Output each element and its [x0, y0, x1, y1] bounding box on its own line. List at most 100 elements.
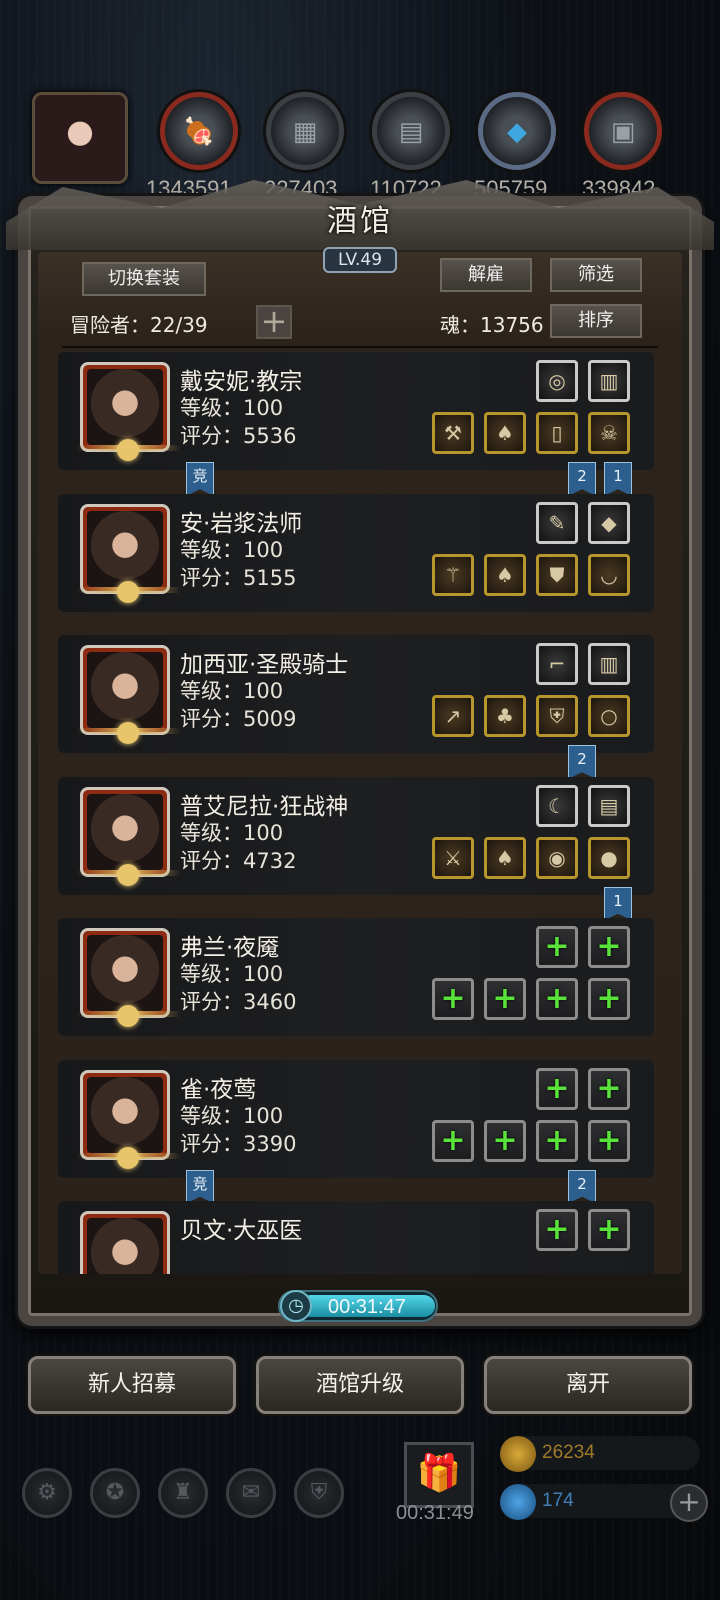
shield-icon[interactable]: ⛨	[536, 695, 578, 737]
recruit-button[interactable]: 新人招募	[28, 1356, 236, 1414]
hero-score: 评分：3390	[180, 1131, 297, 1156]
dismiss-button[interactable]: 解雇	[440, 258, 532, 292]
necklace-icon[interactable]: ◡	[588, 553, 630, 596]
hero-card[interactable]: 雀·夜莺 等级：100 评分：3390 + + + + + +	[58, 1059, 654, 1178]
shield-icon[interactable]: ⛨	[294, 1468, 344, 1518]
mail-icon[interactable]: ✉	[226, 1468, 276, 1518]
wood-icon[interactable]: ▦	[266, 92, 344, 170]
amulet-icon[interactable]: ◎	[536, 360, 578, 402]
tome-icon[interactable]: ▤	[588, 784, 630, 827]
equip-slot-add-icon[interactable]: +	[536, 978, 578, 1020]
scroll-icon[interactable]: ▥	[588, 643, 630, 685]
moon-icon	[117, 1146, 139, 1169]
hammer-icon[interactable]: ⚒	[432, 412, 474, 454]
castle-icon[interactable]: ♜	[158, 1468, 208, 1518]
hero-card[interactable]: 贝文·大巫医 + +	[58, 1201, 654, 1274]
equip-slot-add-icon[interactable]: +	[484, 1119, 526, 1162]
hero-portrait[interactable]	[77, 503, 181, 603]
hero-score: 评分：5155	[180, 565, 297, 590]
gold-icon	[500, 1436, 536, 1472]
equip-slot-add-icon[interactable]: +	[484, 978, 526, 1020]
equip-slot-add-icon[interactable]: +	[588, 1067, 630, 1110]
equip-slot-add-icon[interactable]: +	[432, 978, 474, 1020]
hero-face	[87, 369, 163, 445]
cloak-icon[interactable]: ♠	[484, 553, 526, 596]
leave-button[interactable]: 离开	[484, 1356, 692, 1414]
hero-card[interactable]: 戴安妮·教宗 等级：100 评分：5536 ◎ ▥ ⚒ ♠ ▯ ☠	[58, 352, 654, 470]
settings-icon[interactable]: ⚙	[22, 1468, 72, 1518]
armor-icon[interactable]: ⛊	[536, 553, 578, 596]
hero-portrait[interactable]	[77, 928, 181, 1027]
sort-button[interactable]: 排序	[550, 304, 642, 338]
filter-button[interactable]: 筛选	[550, 258, 642, 292]
equip-slot-add-icon[interactable]: +	[588, 926, 630, 968]
hero-portrait[interactable]	[77, 786, 181, 886]
resource-bar: 🍖 ▦ ▤ ◆ ▣ 1343591 227403 110722 505759 3…	[0, 88, 720, 201]
ruby-ring-icon[interactable]: ◉	[536, 836, 578, 879]
cloak-icon[interactable]: ♠	[484, 412, 526, 454]
hero-face	[87, 1076, 163, 1153]
equip-slot-add-icon[interactable]: +	[536, 1119, 578, 1162]
moon-icon	[117, 1005, 139, 1027]
hero-level: 等级：100	[180, 537, 284, 562]
iron-icon[interactable]: ▤	[372, 92, 450, 170]
equip-slot-add-icon[interactable]: +	[588, 1119, 630, 1162]
player-avatar[interactable]	[32, 92, 128, 184]
feather-icon[interactable]: ✎	[536, 501, 578, 544]
mask-icon[interactable]: ☠	[588, 412, 630, 454]
gun-icon[interactable]: ⌐	[536, 643, 578, 685]
spear-icon[interactable]: ↗	[432, 695, 474, 737]
stone-icon[interactable]: ▣	[584, 92, 662, 170]
hero-name: 安·岩浆法师	[180, 510, 303, 537]
axe-icon[interactable]: ⚔	[432, 836, 474, 879]
diamond-amount: 174	[542, 1490, 574, 1511]
equip-slot-add-icon[interactable]: +	[536, 926, 578, 968]
staff-icon[interactable]: ⚚	[432, 553, 474, 596]
hero-tag-flag: 竞	[186, 1169, 214, 1204]
ring-icon[interactable]: ○	[588, 695, 630, 737]
hero-tag-flag: 1	[604, 886, 632, 921]
upgrade-tavern-button[interactable]: 酒馆升级	[256, 1356, 464, 1414]
tavern-level: LV.49	[323, 247, 397, 273]
demon-armor-icon[interactable]: ♣	[484, 695, 526, 737]
hero-card[interactable]: 普艾尼拉·狂战神 等级：100 评分：4732 ☾ ▤ ⚔ ♠ ◉ ●	[58, 776, 654, 895]
hero-level: 等级：100	[180, 962, 284, 986]
hero-score: 评分：3460	[180, 990, 297, 1014]
gold-amount: 26234	[542, 1442, 595, 1463]
add-slot-button[interactable]: +	[256, 305, 292, 339]
hero-tag-flag: 竞	[186, 462, 214, 496]
hero-portrait[interactable]	[77, 645, 181, 744]
crystal-icon[interactable]: ◆	[478, 92, 556, 170]
gem-icon[interactable]: ◆	[588, 501, 630, 544]
hero-score: 评分：5009	[180, 707, 297, 731]
hero-face	[87, 652, 163, 728]
equip-slot-add-icon[interactable]: +	[536, 1067, 578, 1110]
equip-slot-add-icon[interactable]: +	[588, 1209, 630, 1251]
meat-icon[interactable]: 🍖	[160, 92, 238, 170]
star-icon[interactable]: ✪	[90, 1468, 140, 1518]
gift-icon[interactable]: 🎁	[404, 1442, 474, 1508]
scroll-icon[interactable]: ▥	[588, 360, 630, 402]
hero-list[interactable]: 戴安妮·教宗 等级：100 评分：5536 ◎ ▥ ⚒ ♠ ▯ ☠ 竞 2 1 安·岩浆法师 等级：100…	[38, 350, 682, 1274]
gift-timer: 00:31:49	[396, 1502, 474, 1524]
hero-portrait[interactable]	[80, 1211, 170, 1274]
hero-card[interactable]: 加西亚·圣殿骑士 等级：100 评分：5009 ⌐ ▥ ↗ ♣ ⛨ ○	[58, 635, 654, 753]
hero-portrait[interactable]	[77, 1069, 181, 1169]
hero-card[interactable]: 弗兰·夜魇 等级：100 评分：3460 + + + + + +	[58, 918, 654, 1036]
hero-tag-flag: 2	[568, 462, 596, 496]
equip-slot-add-icon[interactable]: +	[432, 1119, 474, 1162]
add-currency-button[interactable]: +	[670, 1484, 708, 1522]
divider	[62, 346, 658, 348]
equip-slot-add-icon[interactable]: +	[588, 978, 630, 1020]
orb-icon[interactable]: ●	[588, 836, 630, 879]
hero-portrait[interactable]	[77, 362, 181, 461]
switch-outfit-button[interactable]: 切换套装	[82, 262, 206, 296]
bracer-icon[interactable]: ▯	[536, 412, 578, 454]
hero-name: 弗兰·夜魇	[180, 935, 280, 961]
hero-face	[87, 1218, 163, 1274]
equip-slot-add-icon[interactable]: +	[536, 1209, 578, 1251]
fang-icon[interactable]: ☾	[536, 784, 578, 827]
hero-name: 戴安妮·教宗	[180, 369, 303, 395]
hero-card[interactable]: 安·岩浆法师 等级：100 评分：5155 ✎ ◆ ⚚ ♠ ⛊ ◡	[58, 493, 654, 612]
cloak-icon[interactable]: ♠	[484, 836, 526, 879]
